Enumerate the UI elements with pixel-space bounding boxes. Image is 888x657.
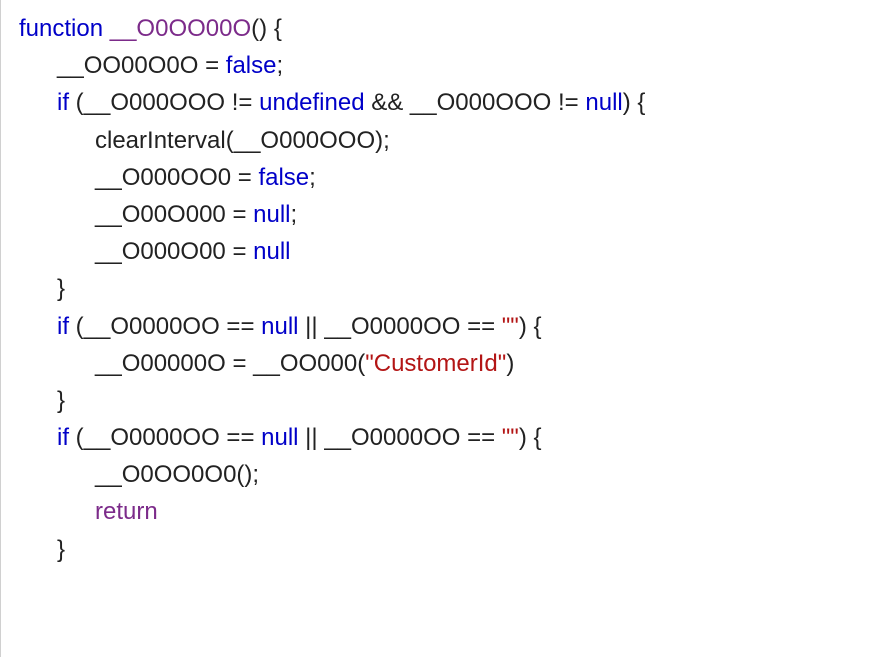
kw-null: null — [261, 424, 298, 451]
paren-open: ( — [76, 313, 84, 340]
semi: ; — [309, 164, 316, 191]
op-or: || — [299, 424, 325, 451]
kw-function: function — [19, 15, 103, 42]
semi: ; — [276, 52, 283, 79]
kw-undefined: undefined — [259, 89, 364, 116]
paren-close: ) — [623, 89, 631, 116]
semi: ; — [291, 201, 298, 228]
op-and: && — [365, 89, 410, 116]
fn-name: __O0OO00O — [110, 15, 251, 42]
paren-close: ) — [259, 15, 267, 42]
op-eq: = — [226, 238, 253, 265]
kw-return: return — [95, 498, 158, 525]
paren-open: ( — [226, 127, 234, 154]
semi: ; — [252, 461, 259, 488]
str-empty: "" — [502, 313, 519, 340]
paren-open: ( — [76, 424, 84, 451]
op-neq: != — [225, 89, 259, 116]
kw-null: null — [253, 201, 290, 228]
kw-if: if — [57, 89, 69, 116]
ident: __O000OOO — [84, 89, 225, 116]
kw-null: null — [585, 89, 622, 116]
paren-open: ( — [76, 89, 84, 116]
op-neq: != — [551, 89, 585, 116]
str-customerid: "CustomerId" — [365, 350, 506, 377]
ident: __O000O00 — [95, 238, 226, 265]
fn-clearinterval: clearInterval — [95, 127, 226, 154]
op-eqeq: == — [460, 313, 501, 340]
op-eqeq: == — [220, 313, 261, 340]
paren-close: ) — [506, 350, 514, 377]
brace-close: } — [57, 275, 65, 302]
kw-if: if — [57, 313, 69, 340]
fn-call: __O0OO0O0 — [95, 461, 236, 488]
kw-false: false — [258, 164, 309, 191]
brace-open: { — [534, 313, 542, 340]
op-eq: = — [231, 164, 258, 191]
ident: __O000OOO — [234, 127, 375, 154]
paren-close: ) — [519, 313, 527, 340]
ident: __O00000O — [95, 350, 226, 377]
ident: __O0000OO — [324, 424, 460, 451]
ident: __OO00O0O — [57, 52, 198, 79]
brace-close: } — [57, 387, 65, 414]
paren-open: ( — [251, 15, 259, 42]
ident: __O000OOO — [410, 89, 551, 116]
ident: __O0000OO — [84, 313, 220, 340]
fn-call: __OO000 — [253, 350, 357, 377]
brace-open: { — [534, 424, 542, 451]
brace-close: } — [57, 536, 65, 563]
ident: __O0000OO — [324, 313, 460, 340]
str-empty: "" — [502, 424, 519, 451]
code-block: function __O0OO00O() { __OO00O0O = false… — [0, 0, 888, 657]
semi: ; — [383, 127, 390, 154]
ident: __O00O000 — [95, 201, 226, 228]
ident: __O0000OO — [84, 424, 220, 451]
kw-null: null — [253, 238, 290, 265]
paren-close: ) — [375, 127, 383, 154]
kw-null: null — [261, 313, 298, 340]
kw-if: if — [57, 424, 69, 451]
op-eqeq: == — [460, 424, 501, 451]
ident: __O000OO0 — [95, 164, 231, 191]
paren-close: ) — [519, 424, 527, 451]
op-eq: = — [226, 350, 253, 377]
brace-open: { — [274, 15, 282, 42]
kw-false: false — [226, 52, 277, 79]
op-eq: = — [198, 52, 225, 79]
op-eqeq: == — [220, 424, 261, 451]
op-or: || — [299, 313, 325, 340]
op-eq: = — [226, 201, 253, 228]
brace-open: { — [637, 89, 645, 116]
